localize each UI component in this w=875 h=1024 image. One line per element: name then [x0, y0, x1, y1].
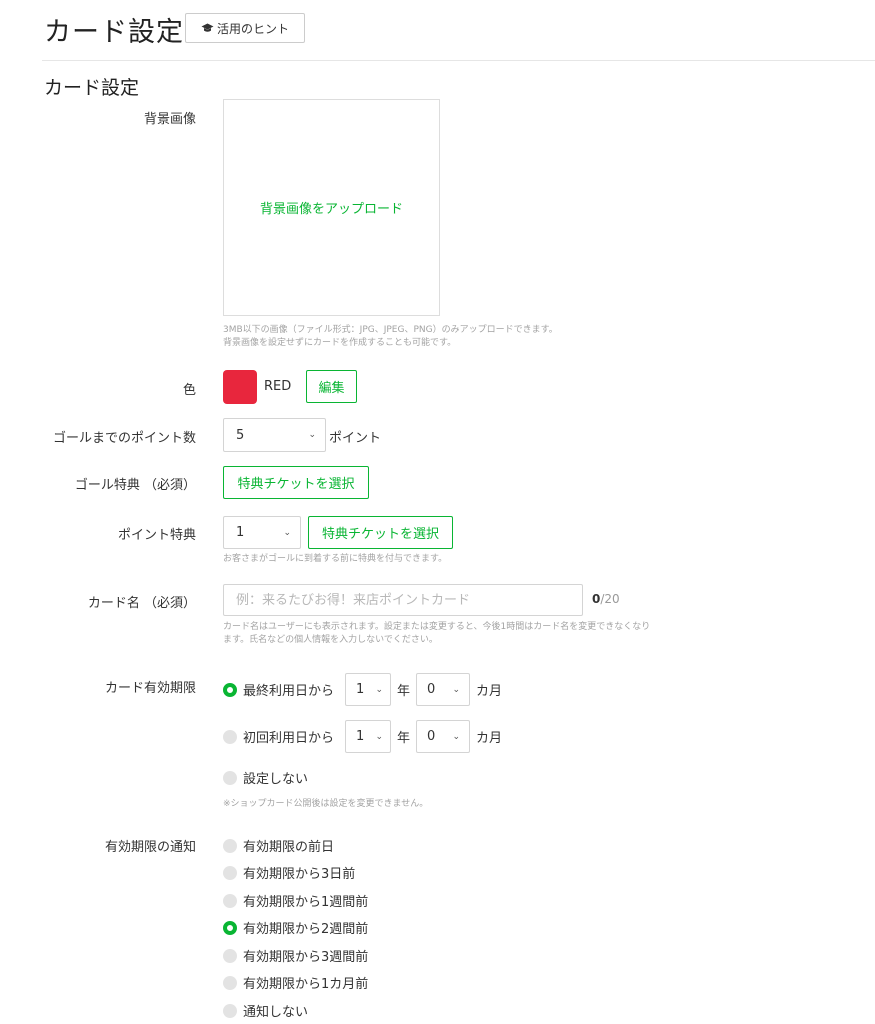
background-help: 3MB以下の画像（ファイル形式：JPG、JPEG、PNG）のみアップロードできま…	[223, 324, 558, 350]
notify-option[interactable]: 有効期限から1カ月前	[223, 973, 368, 992]
expiry-months-value: 0	[427, 729, 436, 744]
chevron-down-icon: ⌄	[375, 731, 384, 742]
notify-option-label: 有効期限から1カ月前	[243, 977, 369, 992]
expiry-option-last-use[interactable]: 最終利用日から 1 ⌄ 年 0 ⌄ カ月	[223, 673, 502, 706]
expiry-months-value: 0	[427, 682, 436, 697]
point-reward-select[interactable]: 1 ⌄	[223, 516, 301, 549]
expiry-note: ※ショップカード公開後は設定を変更できません。	[223, 799, 429, 809]
radio-button[interactable]	[223, 1003, 237, 1018]
goal-points-select[interactable]: 5 ⌄	[223, 418, 326, 452]
color-label: 色	[182, 383, 196, 398]
radio-button[interactable]	[223, 948, 237, 963]
radio-button[interactable]	[223, 770, 237, 785]
point-reward-label: ポイント特典	[117, 528, 196, 543]
notify-option-label: 有効期限から3日前	[243, 867, 356, 882]
color-swatch	[223, 370, 257, 404]
notify-option[interactable]: 有効期限から3週間前	[223, 946, 368, 965]
notify-option[interactable]: 通知しない	[223, 1001, 308, 1020]
radio-button[interactable]	[223, 893, 237, 908]
goal-points-suffix: ポイント	[329, 431, 382, 446]
chevron-down-icon: ⌄	[283, 527, 291, 538]
radio-button[interactable]	[223, 838, 237, 853]
card-expiry-label: カード有効期限	[104, 681, 196, 696]
month-unit: カ月	[476, 684, 503, 699]
expiry-option-first-use[interactable]: 初回利用日から 1 ⌄ 年 0 ⌄ カ月	[223, 720, 502, 753]
notify-option[interactable]: 有効期限から3日前	[223, 863, 355, 882]
notify-option-label: 有効期限から1週間前	[243, 895, 369, 910]
card-name-help: カード名はユーザーにも表示されます。設定または変更すると、今後1時間はカード名を…	[223, 621, 650, 647]
background-image-label: 背景画像	[143, 112, 196, 127]
expiry-months-select[interactable]: 0 ⌄	[416, 673, 471, 706]
expiry-years-select[interactable]: 1 ⌄	[345, 673, 392, 706]
card-name-help-line: カード名はユーザーにも表示されます。設定または変更すると、今後1時間はカード名を…	[223, 622, 651, 632]
radio-button[interactable]	[223, 865, 237, 880]
expiry-years-select[interactable]: 1 ⌄	[345, 720, 392, 753]
card-name-help-line: ます。氏名などの個人情報を入力しないでください。	[223, 635, 438, 645]
notify-option-label: 有効期限から3週間前	[243, 950, 369, 965]
radio-button[interactable]	[223, 729, 237, 744]
point-reward-value: 1	[236, 525, 245, 540]
card-name-counter: 0/20	[592, 592, 620, 606]
chevron-down-icon: ⌄	[452, 731, 461, 742]
color-name: RED	[264, 379, 292, 394]
card-name-counter-max: /20	[600, 592, 620, 606]
hint-button[interactable]: 活用のヒント	[185, 13, 305, 43]
graduation-cap-icon	[201, 23, 214, 34]
background-help-line: 背景画像を設定せずにカードを作成することも可能です。	[223, 338, 457, 348]
point-reward-select-button[interactable]: 特典チケットを選択	[308, 516, 453, 549]
radio-button[interactable]	[223, 920, 237, 935]
header-divider	[42, 60, 875, 61]
expiry-notify-label: 有効期限の通知	[104, 840, 196, 855]
background-upload-area[interactable]: 背景画像をアップロード	[223, 99, 440, 316]
notify-option-label: 通知しない	[243, 1005, 309, 1020]
card-name-input[interactable]	[223, 584, 583, 616]
color-edit-button[interactable]: 編集	[306, 370, 357, 403]
background-help-line: 3MB以下の画像（ファイル形式：JPG、JPEG、PNG）のみアップロードできま…	[223, 325, 558, 335]
chevron-down-icon: ⌄	[452, 684, 461, 695]
goal-points-label: ゴールまでのポイント数	[52, 431, 196, 446]
upload-link[interactable]: 背景画像をアップロード	[260, 198, 403, 217]
page-title: カード設定	[44, 17, 184, 48]
chevron-down-icon: ⌄	[308, 430, 316, 440]
radio-button[interactable]	[223, 975, 237, 990]
year-unit: 年	[397, 731, 411, 746]
goal-reward-label: ゴール特典 （必須）	[74, 478, 196, 493]
section-title: カード設定	[44, 77, 140, 99]
notify-option[interactable]: 有効期限から2週間前	[223, 918, 368, 937]
point-reward-help: お客さまがゴールに到着する前に特典を付与できます。	[223, 554, 448, 564]
expiry-option-label: 初回利用日から	[243, 731, 335, 746]
expiry-option-none[interactable]: 設定しない	[223, 768, 308, 787]
radio-button[interactable]	[223, 682, 237, 697]
expiry-option-label: 最終利用日から	[243, 684, 335, 699]
notify-option[interactable]: 有効期限の前日	[223, 836, 334, 855]
chevron-down-icon: ⌄	[375, 684, 384, 695]
expiry-months-select[interactable]: 0 ⌄	[416, 720, 471, 753]
expiry-years-value: 1	[356, 682, 365, 697]
expiry-years-value: 1	[356, 729, 365, 744]
month-unit: カ月	[476, 731, 503, 746]
expiry-option-label: 設定しない	[243, 772, 309, 787]
goal-reward-select-button[interactable]: 特典チケットを選択	[223, 466, 369, 499]
hint-button-label: 活用のヒント	[216, 21, 289, 36]
year-unit: 年	[397, 684, 411, 699]
notify-option-label: 有効期限の前日	[243, 840, 335, 855]
card-name-label: カード名 （必須）	[87, 596, 196, 611]
notify-option[interactable]: 有効期限から1週間前	[223, 891, 368, 910]
goal-points-value: 5	[236, 427, 245, 443]
notify-option-label: 有効期限から2週間前	[243, 922, 369, 937]
